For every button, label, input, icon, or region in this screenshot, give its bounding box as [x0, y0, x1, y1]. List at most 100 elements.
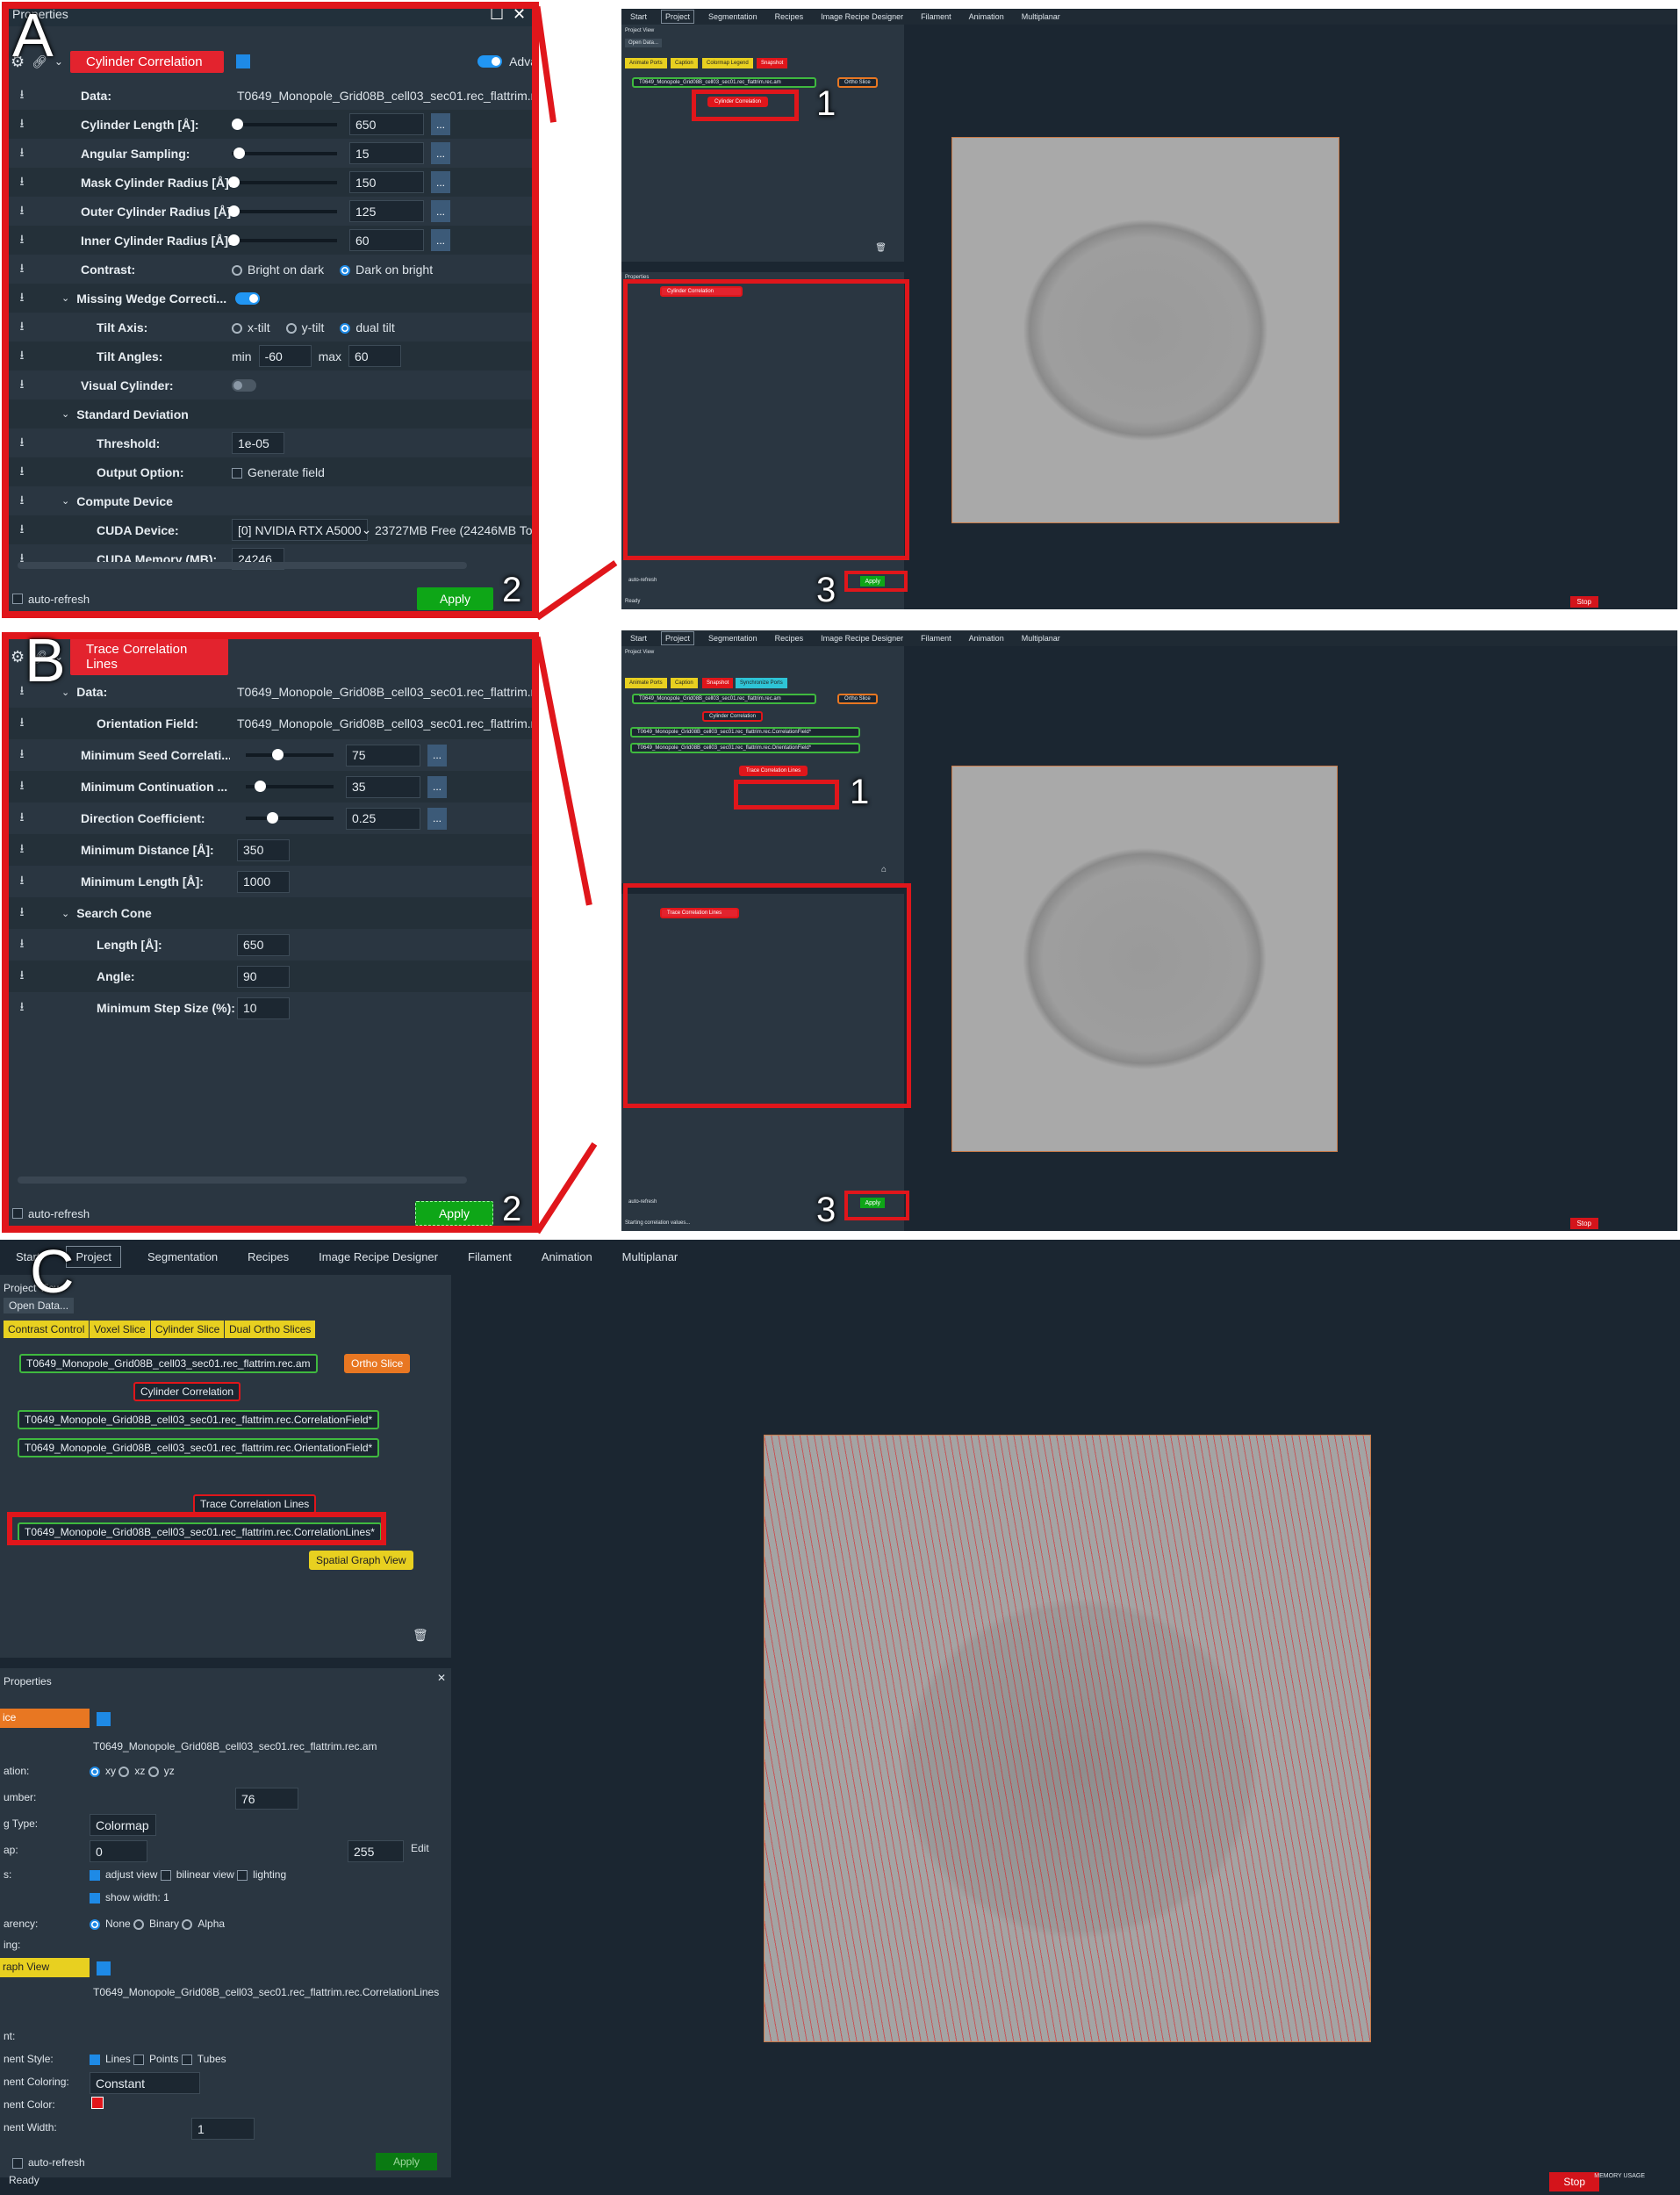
tab-animation[interactable]: Animation [966, 632, 1008, 644]
pin-icon[interactable]: ⭳ [12, 520, 32, 541]
viewer-b[interactable]: Stop [904, 646, 1677, 1231]
mod1-data[interactable]: T0649_Monopole_Grid08B_cell03_sec01.rec_… [93, 1740, 377, 1752]
chip-animate-ports[interactable]: Animate Ports [625, 58, 667, 68]
auto-refresh-checkbox[interactable] [12, 1208, 23, 1219]
colormap-min[interactable]: 0 [90, 1840, 147, 1862]
pin-icon[interactable]: ⭳ [12, 288, 32, 309]
tab-multiplanar[interactable]: Multiplanar [619, 1249, 682, 1265]
value-field[interactable]: 650 [349, 113, 424, 135]
pin-icon[interactable]: ⭳ [12, 114, 32, 135]
orientation-value[interactable]: T0649_Monopole_Grid08B_cell03_sec01.rec_… [237, 716, 537, 730]
pin-icon[interactable]: ⭳ [12, 713, 32, 734]
tab-filament[interactable]: Filament [464, 1249, 515, 1265]
horizontal-scrollbar[interactable] [18, 562, 467, 569]
slider[interactable] [228, 176, 337, 188]
slice-number-field[interactable]: 76 [235, 1788, 298, 1810]
node-ortho-slice[interactable]: Ortho Slice [344, 1354, 411, 1373]
tab-project[interactable]: Project [661, 631, 695, 645]
node-ortho-slice[interactable]: Ortho Slice [837, 77, 878, 88]
pin-icon[interactable]: ⭳ [12, 966, 32, 987]
module-name-badge[interactable]: Trace Correlation Lines [69, 638, 228, 675]
value-field[interactable]: 75 [346, 744, 420, 766]
node-data[interactable]: T0649_Monopole_Grid08B_cell03_sec01.rec_… [632, 694, 816, 704]
pin-icon[interactable]: ⭳ [12, 839, 32, 860]
value-field[interactable]: 60 [349, 229, 424, 251]
more-button[interactable]: ... [431, 229, 450, 251]
chip-cylinder-slice[interactable]: Cylinder Slice [151, 1321, 225, 1338]
tab-segmentation[interactable]: Segmentation [144, 1249, 221, 1265]
pin-icon[interactable]: ⭳ [12, 934, 32, 955]
radio-bright-on-dark[interactable]: Bright on dark [232, 263, 324, 277]
pin-icon[interactable]: ⭳ [12, 808, 32, 829]
tab-recipes[interactable]: Recipes [244, 1249, 292, 1265]
pin-icon[interactable]: ⭳ [12, 143, 32, 164]
slider[interactable] [232, 118, 337, 130]
pin-icon[interactable]: ⭳ [12, 745, 32, 766]
data-value[interactable]: T0649_Monopole_Grid08B_cell03_sec01.rec_… [237, 89, 537, 103]
more-button[interactable]: ... [427, 744, 447, 766]
chip-contrast-control[interactable]: Contrast Control [4, 1321, 90, 1338]
chip-caption[interactable]: Caption [671, 678, 698, 688]
tab-filament[interactable]: Filament [917, 632, 955, 644]
close-icon[interactable]: ✕ [513, 6, 527, 22]
radio-x-tilt[interactable]: x-tilt [232, 320, 270, 335]
more-button[interactable]: ... [427, 807, 447, 830]
value-field[interactable]: 125 [349, 200, 424, 222]
stop-button[interactable]: Stop [1569, 1218, 1598, 1229]
advanced-toggle[interactable] [477, 55, 503, 68]
generate-field-checkbox[interactable]: Generate field [232, 465, 325, 479]
mod2-badge[interactable]: raph View [0, 1958, 90, 1977]
tab-multiplanar[interactable]: Multiplanar [1018, 632, 1064, 644]
radio-y-tilt[interactable]: y-tilt [285, 320, 324, 335]
gear-icon[interactable]: ⚙ [11, 648, 25, 666]
color-swatch[interactable] [235, 54, 250, 68]
node-data[interactable]: T0649_Monopole_Grid08B_cell03_sec01.rec_… [632, 77, 816, 88]
chip-snapshot[interactable]: Snapshot [757, 58, 788, 68]
pin-icon[interactable]: ⭳ [12, 230, 32, 251]
orientation-radios[interactable]: xy xz yz [90, 1765, 175, 1777]
small-module-badge[interactable]: Trace Correlation Lines [660, 908, 739, 918]
value-field[interactable]: 650 [237, 933, 290, 956]
tab-image-recipe-designer[interactable]: Image Recipe Designer [817, 11, 907, 23]
chevron-down-icon[interactable]: ⌄ [61, 292, 69, 304]
apply-button-c[interactable]: Apply [376, 2153, 438, 2170]
chip-synchronize-ports[interactable]: Synchronize Ports [736, 678, 787, 688]
value-field[interactable]: 350 [237, 838, 290, 861]
pin-icon[interactable]: ⭳ [12, 433, 32, 454]
tab-animation[interactable]: Animation [538, 1249, 596, 1265]
max-field[interactable]: 60 [348, 345, 402, 367]
tab-recipes[interactable]: Recipes [772, 632, 808, 644]
chevron-down-icon[interactable]: ⌄ [61, 495, 69, 507]
threshold-field[interactable]: 1e-05 [232, 432, 284, 454]
pin-icon[interactable]: ⭳ [12, 346, 32, 367]
value-field[interactable]: 1000 [237, 870, 290, 893]
chevron-down-icon[interactable]: ⌄ [61, 408, 69, 420]
apply-button[interactable]: Apply [416, 587, 493, 610]
module-name-badge[interactable]: Cylinder Correlation [69, 50, 224, 73]
node-trace-correlation-lines[interactable]: Trace Correlation Lines [739, 766, 808, 776]
more-button[interactable]: ... [431, 171, 450, 193]
node-data[interactable]: T0649_Monopole_Grid08B_cell03_sec01.rec_… [19, 1354, 318, 1373]
pin-icon[interactable]: ⭳ [12, 871, 32, 892]
value-field[interactable]: 90 [237, 965, 290, 988]
slider[interactable] [228, 205, 337, 217]
auto-refresh-checkbox[interactable] [12, 594, 23, 604]
node-trace-correlation-lines[interactable]: Trace Correlation Lines [193, 1494, 317, 1514]
small-apply-button[interactable]: Apply [860, 576, 885, 587]
slider[interactable] [228, 234, 337, 246]
pin-icon[interactable]: ⭳ [12, 317, 32, 338]
apply-button[interactable]: Apply [414, 1201, 493, 1226]
more-button[interactable]: ... [427, 775, 447, 798]
node-correlation-lines[interactable]: T0649_Monopole_Grid08B_cell03_sec01.rec_… [18, 1522, 382, 1542]
viewer-a[interactable]: Stop [904, 25, 1677, 609]
pin-icon[interactable]: ⭳ [12, 259, 32, 280]
options-checkboxes[interactable]: adjust view bilinear view lighting [90, 1868, 286, 1881]
min-field[interactable]: -60 [258, 345, 312, 367]
chip-caption[interactable]: Caption [671, 58, 698, 68]
element-style-checkboxes[interactable]: Lines Points Tubes [90, 2053, 226, 2065]
node-correlation-field[interactable]: T0649_Monopole_Grid08B_cell03_sec01.rec_… [630, 727, 860, 738]
home-icon[interactable]: ⌂ [881, 865, 887, 874]
chip-colormap-legend[interactable]: Colormap Legend [702, 58, 753, 68]
element-width-field[interactable]: 1 [191, 2118, 255, 2140]
colormap-max[interactable]: 255 [348, 1840, 404, 1862]
